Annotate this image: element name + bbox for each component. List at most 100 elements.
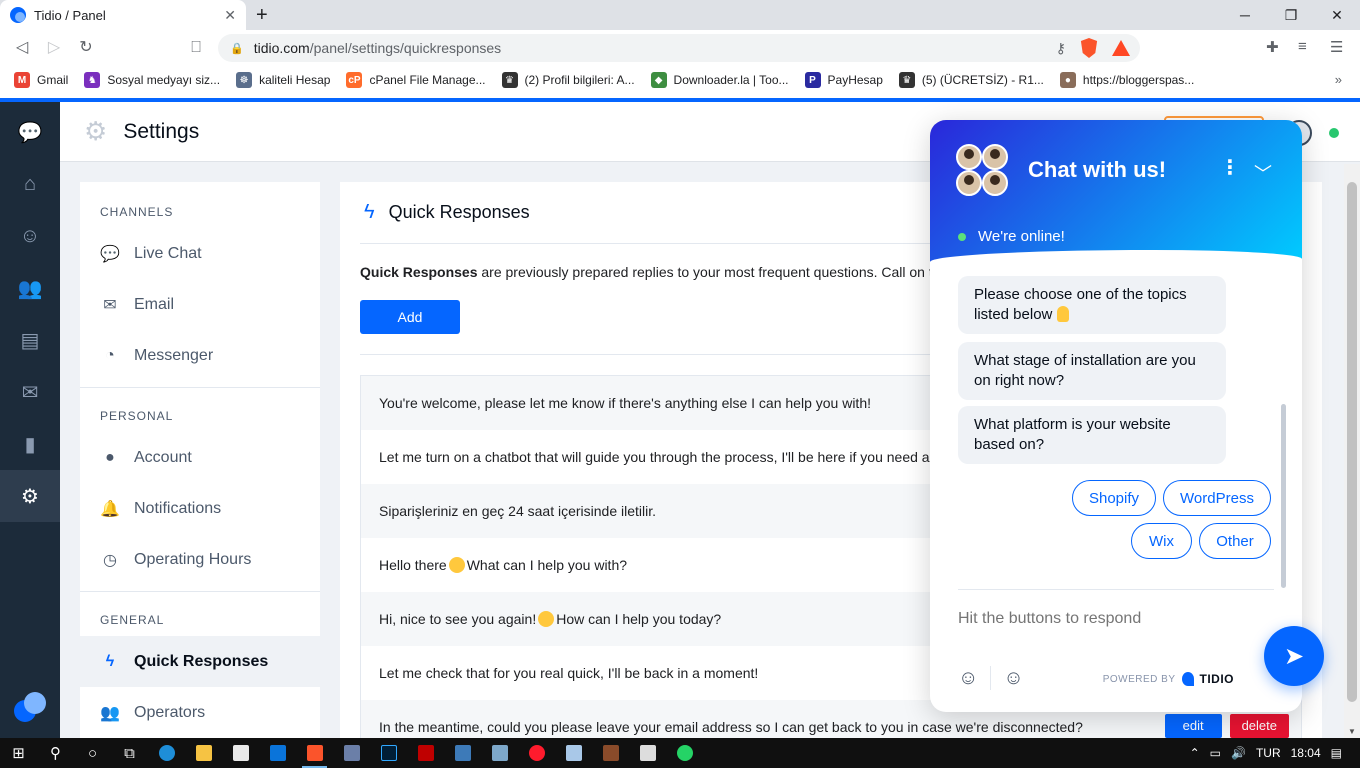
delete-button[interactable]: delete [1229,714,1289,738]
chat-options-menu-icon[interactable]: ⋮ [1220,158,1240,178]
network-icon[interactable]: ▭ [1210,746,1221,760]
clock-time[interactable]: 18:04 [1291,746,1321,760]
scrollbar-thumb[interactable] [1347,182,1357,702]
bookmark-icon[interactable]: ⎕ [186,38,206,58]
screenshot-icon[interactable] [629,738,666,768]
page-scrollbar[interactable]: ▼ [1344,164,1360,738]
window-minimize-button[interactable]: ─ [1222,0,1268,30]
window-app-icon[interactable] [444,738,481,768]
whatsapp-icon[interactable] [666,738,703,768]
nav-analytics[interactable]: ▮ [0,418,60,470]
notes-icon[interactable] [555,738,592,768]
option-wix-button[interactable]: Wix [1131,523,1192,559]
bookmark-item[interactable]: P PayHesap [804,72,883,88]
browser-menu-icon[interactable]: ☰ [1330,38,1343,56]
payhesap-icon: P [804,72,821,88]
edge-icon[interactable] [148,738,185,768]
gmail-icon: M [14,72,30,88]
window-close-button[interactable]: ✕ [1314,0,1360,30]
bookmark-item[interactable]: ♛ (2) Profil bilgileri: A... [501,72,635,88]
reload-icon[interactable]: ↻ [76,38,96,58]
notepad-icon[interactable] [481,738,518,768]
chat-collapse-chevron-icon[interactable]: ﹀ [1254,160,1272,186]
bookmarks-overflow-icon[interactable]: » [1335,72,1342,87]
option-other-button[interactable]: Other [1199,523,1271,559]
page-title: Settings [123,119,200,143]
mail-icon[interactable] [259,738,296,768]
nav-settings[interactable]: ⚙ [0,470,60,522]
window-restore-button[interactable]: ❐ [1268,0,1314,30]
app-taskbar-icon[interactable] [333,738,370,768]
url-text[interactable]: tidio.com/panel/settings/quickresponses [254,40,1128,56]
browser-tab-active[interactable]: Tidio / Panel ✕ [0,0,246,30]
nav-contacts[interactable]: ▤ [0,314,60,366]
tab-close-icon[interactable]: ✕ [224,7,236,24]
address-bar[interactable]: 🔒 tidio.com/panel/settings/quickresponse… [218,34,1140,62]
tidio-mark-icon [1181,672,1194,686]
bookmark-item[interactable]: cP cPanel File Manage... [346,72,486,88]
menu-item-messenger[interactable]: ◔ Messenger [80,330,320,381]
option-wordpress-button[interactable]: WordPress [1163,480,1271,516]
edit-button[interactable]: edit [1164,714,1222,738]
brave-shields-icon[interactable] [1080,38,1098,58]
tray-expand-icon[interactable]: ⌃ [1190,746,1200,760]
file-explorer-icon[interactable] [185,738,222,768]
nav-visitors[interactable]: 👥 [0,262,60,314]
store-icon[interactable] [222,738,259,768]
language-indicator[interactable]: TUR [1256,746,1281,760]
operator-avatar [982,144,1008,170]
bookmark-item[interactable]: ◆ Downloader.la | Too... [650,72,789,88]
bell-icon: 🔔 [100,500,120,518]
back-arrow-icon[interactable]: ◁ [12,38,32,58]
scroll-down-arrow-icon[interactable]: ▼ [1344,727,1360,736]
operator-avatars [956,144,1010,198]
notifications-icon[interactable]: ▤ [1331,746,1342,760]
task-view-icon[interactable]: ⧉ [111,738,148,768]
powered-by-tidio[interactable]: POWERED BY TIDIO [1103,672,1234,686]
bookmark-item[interactable]: M Gmail [14,72,68,88]
add-quick-response-button[interactable]: Add [360,300,460,334]
nav-dashboard[interactable]: ⌂ [0,158,60,210]
brave-taskbar-icon[interactable] [296,738,333,768]
bookmark-item[interactable]: ● https://bloggerspas... [1059,72,1194,88]
menu-item-quick-responses[interactable]: ϟ Quick Responses [80,636,320,687]
settings-gear-icon: ⚙ [84,116,108,146]
chat-messages: Please choose one of the topics listed b… [930,276,1302,588]
browser-tabstrip: Tidio / Panel ✕ + ─ ❐ ✕ [0,0,1360,30]
nav-chatbots[interactable]: ☺ [0,210,60,262]
windows-start-icon[interactable]: ⊞ [0,738,37,768]
tidio-logo[interactable] [14,692,46,724]
bookmark-item[interactable]: ♞ Sosyal medyayı siz... [84,72,220,88]
menu-item-account[interactable]: ● Account [80,432,320,483]
chat-bubble-icon: 💬 [100,245,120,263]
volume-icon[interactable]: 🔊 [1231,746,1246,760]
chat-scrollbar[interactable] [1281,404,1286,588]
game-icon[interactable] [592,738,629,768]
filezilla-icon[interactable] [407,738,444,768]
media-queue-icon[interactable]: ≡ [1298,38,1307,55]
cortana-circle-icon[interactable]: ○ [74,738,111,768]
nav-conversations[interactable]: 💬 [0,106,60,158]
chatbot-icon[interactable]: ☺ [958,667,978,690]
menu-item-operators[interactable]: 👥 Operators [80,687,320,738]
emoji-picker-icon[interactable]: ☺ [1003,667,1023,690]
forward-arrow-icon[interactable]: ▷ [44,38,64,58]
option-shopify-button[interactable]: Shopify [1072,480,1156,516]
new-tab-button[interactable]: + [256,4,268,26]
brave-rewards-icon[interactable] [1112,40,1130,56]
photoshop-icon[interactable] [370,738,407,768]
messenger-icon: ◔ [105,346,115,364]
opera-icon[interactable] [518,738,555,768]
menu-item-email[interactable]: ✉ Email [80,279,320,330]
password-key-icon[interactable]: ⚷ [1056,40,1066,57]
chat-message-input[interactable] [958,610,1258,628]
extensions-puzzle-icon[interactable]: ✚ [1266,38,1279,56]
menu-item-live-chat[interactable]: 💬 Live Chat [80,228,320,279]
bookmark-item[interactable]: ☸ kaliteli Hesap [236,72,330,88]
bookmark-item[interactable]: ♛ (5) (ÜCRETSİZ) - R1... [898,72,1044,88]
menu-item-operating-hours[interactable]: ◷ Operating Hours [80,534,320,585]
nav-mailing[interactable]: ✉ [0,366,60,418]
search-icon[interactable]: ⚲ [37,738,74,768]
menu-item-notifications[interactable]: 🔔 Notifications [80,483,320,534]
chat-send-button[interactable]: ➤ [1264,626,1324,686]
